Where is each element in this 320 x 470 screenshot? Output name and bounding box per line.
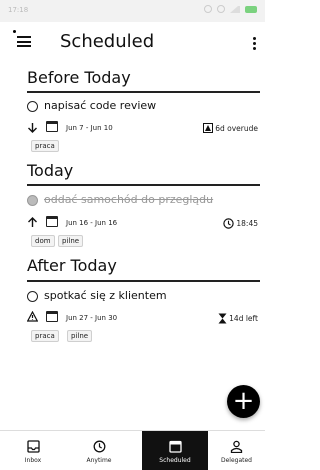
alarm-icon (217, 5, 225, 13)
indicator-dot (13, 30, 16, 33)
bottom-nav: Inbox Anytime Scheduled Delegated (0, 430, 265, 470)
section-title-before-today: Before Today (27, 68, 131, 87)
date-range: Jun 27 - Jun 30 (66, 314, 118, 322)
section-divider (27, 184, 260, 186)
task-status: 14d left (218, 313, 258, 324)
task-status: 6d overude (203, 123, 258, 133)
task-status: 18:45 (223, 218, 258, 229)
section-title-today: Today (27, 161, 74, 180)
task-title[interactable]: oddać samochód do przeglądu (44, 193, 213, 206)
more-options-icon[interactable] (252, 37, 256, 51)
overdue-warning-icon (203, 123, 214, 133)
arrow-up-icon (28, 217, 37, 227)
status-bar: 17:18 (0, 0, 265, 22)
time-left: 14d left (229, 314, 258, 323)
overdue-label: 6d overude (215, 123, 258, 133)
signal-icon (230, 5, 240, 13)
tag-chip[interactable]: pilne (67, 330, 93, 342)
section-divider (27, 280, 260, 282)
nav-label: Inbox (24, 457, 42, 464)
section-divider (27, 91, 260, 93)
nav-item-inbox[interactable]: Inbox (0, 431, 66, 470)
page-title: Scheduled (60, 31, 155, 52)
task-title[interactable]: spotkać się z klientem (44, 289, 167, 302)
tag-chip[interactable]: praca (31, 330, 59, 342)
nav-item-anytime[interactable]: Anytime (66, 431, 132, 470)
task-checkbox[interactable] (27, 291, 38, 302)
menu-icon[interactable] (17, 36, 31, 47)
tag-chip[interactable]: praca (31, 140, 59, 152)
nav-label: Anytime (86, 457, 112, 464)
date-range: Jun 7 - Jun 10 (66, 124, 113, 132)
arrow-down-icon (28, 123, 37, 133)
clock-icon (93, 440, 106, 453)
task-checkbox-checked[interactable] (27, 195, 38, 206)
nav-label: Delegated (220, 457, 252, 464)
hourglass-icon (218, 313, 227, 324)
nav-item-delegated[interactable]: Delegated (208, 431, 265, 470)
date-range: Jun 16 - Jun 16 (66, 219, 118, 227)
inbox-icon (27, 440, 40, 453)
calendar-icon (169, 440, 182, 453)
add-task-button[interactable]: + (227, 385, 260, 418)
section-title-after-today: After Today (27, 256, 117, 275)
notification-icon (204, 5, 212, 13)
task-checkbox[interactable] (27, 101, 38, 112)
calendar-icon (46, 121, 58, 132)
tag-chip[interactable]: dom (31, 235, 55, 247)
person-icon (230, 440, 243, 453)
calendar-icon (46, 311, 58, 322)
due-time: 18:45 (236, 219, 258, 228)
battery-icon (245, 5, 257, 13)
nav-item-scheduled[interactable]: Scheduled (142, 431, 208, 470)
status-time: 17:18 (8, 6, 29, 14)
task-title[interactable]: napisać code review (44, 99, 156, 112)
nav-label: Scheduled (159, 457, 191, 464)
tag-chip[interactable]: pilne (58, 235, 84, 247)
clock-icon (223, 218, 235, 229)
status-icons (204, 5, 257, 13)
warning-triangle-icon (27, 311, 38, 322)
calendar-icon (46, 216, 58, 227)
